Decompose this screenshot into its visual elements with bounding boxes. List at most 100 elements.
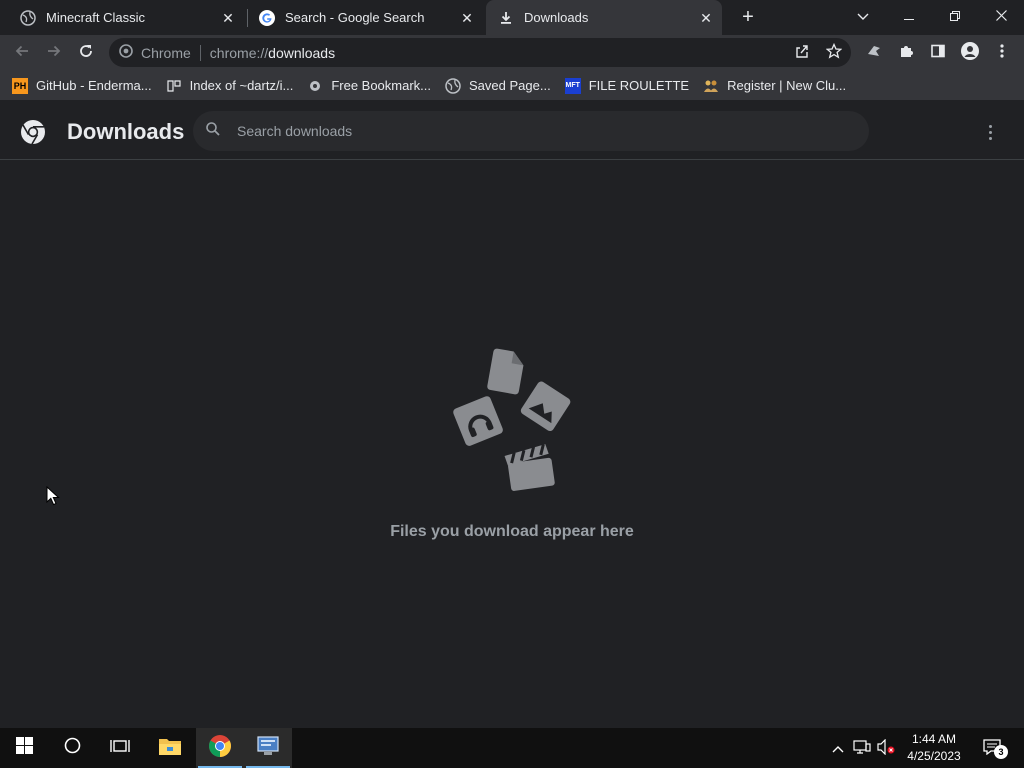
empty-state-message: Files you download appear here xyxy=(390,523,634,540)
tab-search-button[interactable] xyxy=(840,0,886,32)
mouse-cursor-icon xyxy=(46,486,60,506)
show-hidden-icons-button[interactable] xyxy=(828,728,848,768)
omnibox-site-label: Chrome xyxy=(141,44,191,61)
bookmark-item[interactable]: PH GitHub - Enderma... xyxy=(12,77,152,94)
monitor-network-icon xyxy=(256,735,280,762)
minimize-button[interactable] xyxy=(886,0,932,32)
network-icon xyxy=(853,739,871,758)
tab-downloads[interactable]: Downloads ✕ xyxy=(486,0,722,35)
close-icon xyxy=(995,8,1007,24)
reload-button[interactable] xyxy=(74,41,98,65)
globe-icon xyxy=(445,77,461,94)
avatar-icon xyxy=(961,41,979,65)
search-icon xyxy=(205,121,221,142)
task-view-button[interactable] xyxy=(96,728,144,768)
close-window-button[interactable] xyxy=(978,0,1024,32)
reload-icon xyxy=(78,43,94,64)
windows-logo-icon xyxy=(15,737,33,759)
tab-strip: Minecraft Classic ✕ Search - Google Sear… xyxy=(0,0,1024,35)
extension-bird-icon xyxy=(866,43,882,64)
tab-title: Search - Google Search xyxy=(285,10,425,25)
index-icon xyxy=(166,78,182,94)
forward-button[interactable] xyxy=(42,41,66,65)
close-tab-icon[interactable]: ✕ xyxy=(698,10,714,26)
bookmark-item[interactable]: Saved Page... xyxy=(445,77,551,94)
file-explorer-button[interactable] xyxy=(146,728,194,768)
side-panel-icon xyxy=(930,43,946,64)
puzzle-icon xyxy=(898,43,914,64)
kebab-dot xyxy=(988,130,992,134)
chrome-taskbar-button[interactable] xyxy=(196,728,244,768)
tab-minecraft-classic[interactable]: Minecraft Classic ✕ xyxy=(8,0,244,35)
kebab-menu-icon xyxy=(1000,43,1004,64)
close-tab-icon[interactable]: ✕ xyxy=(220,10,236,26)
arrow-right-icon xyxy=(46,43,62,64)
tab-title: Minecraft Classic xyxy=(46,10,145,25)
downloads-list-area: Files you download appear here xyxy=(0,160,1024,728)
volume-muted-icon xyxy=(877,738,895,758)
share-icon xyxy=(794,43,810,64)
restore-icon xyxy=(950,8,960,24)
arrow-left-icon xyxy=(14,43,30,64)
page-title: Downloads xyxy=(67,119,185,144)
bookmark-label: Saved Page... xyxy=(469,78,551,93)
audio-icon xyxy=(453,396,503,446)
bookmark-label: Free Bookmark... xyxy=(331,78,432,93)
bookmark-star-button[interactable] xyxy=(822,41,846,65)
people-icon xyxy=(703,78,719,94)
bookmark-item[interactable]: MFT FILE ROULETTE xyxy=(564,77,690,94)
omnibox-url-host: downloads xyxy=(268,44,336,61)
chrome-color-icon xyxy=(208,734,232,763)
network-tray-button[interactable] xyxy=(850,728,874,768)
downloads-header: Downloads xyxy=(0,100,1024,160)
bookmark-item[interactable]: Free Bookmark... xyxy=(307,78,431,94)
clock-time: 1:44 AM xyxy=(911,732,957,746)
document-icon xyxy=(487,348,524,395)
cortana-search-button[interactable] xyxy=(48,728,96,768)
volume-tray-button[interactable] xyxy=(876,728,896,768)
extension-button[interactable] xyxy=(862,41,886,65)
omnibox-url-scheme: chrome:// xyxy=(209,44,269,61)
image-icon xyxy=(520,381,571,432)
bookmark-item[interactable]: Index of ~dartz/i... xyxy=(166,78,294,94)
omnibox[interactable]: Chrome chrome:// downloads xyxy=(109,38,851,67)
bookmark-item[interactable]: Register | New Clu... xyxy=(703,78,846,94)
profile-button[interactable] xyxy=(958,41,982,65)
bookmark-label: FILE ROULETTE xyxy=(588,78,690,93)
more-actions-button[interactable] xyxy=(978,120,1002,144)
system-clock[interactable]: 1:44 AM 4/25/2023 xyxy=(896,731,972,765)
share-button[interactable] xyxy=(790,41,814,65)
start-button[interactable] xyxy=(0,728,48,768)
bookmark-label: Index of ~dartz/i... xyxy=(189,78,294,93)
minimize-icon xyxy=(904,8,914,24)
search-input[interactable] xyxy=(237,123,837,139)
globe-icon xyxy=(20,9,36,26)
back-button[interactable] xyxy=(10,41,34,65)
ph-logo-icon: PH xyxy=(12,77,28,94)
new-tab-button[interactable]: + xyxy=(738,7,758,27)
extensions-button[interactable] xyxy=(894,41,918,65)
gear-globe-icon xyxy=(307,78,323,94)
chrome-menu-button[interactable] xyxy=(990,41,1014,65)
chevron-down-icon xyxy=(857,8,869,24)
kebab-dot xyxy=(988,136,992,140)
chevron-up-icon xyxy=(832,741,844,756)
windows-taskbar: 1:44 AM 4/25/2023 3 xyxy=(0,728,1024,768)
clock-date: 4/25/2023 xyxy=(907,749,961,763)
restore-button[interactable] xyxy=(932,0,978,32)
google-g-icon xyxy=(259,9,275,26)
search-bar[interactable] xyxy=(193,111,869,151)
star-icon xyxy=(825,42,843,64)
empty-downloads-illustration xyxy=(453,348,571,491)
side-panel-button[interactable] xyxy=(926,41,950,65)
download-icon xyxy=(498,10,514,26)
network-app-taskbar-button[interactable] xyxy=(244,728,292,768)
close-tab-icon[interactable]: ✕ xyxy=(459,10,475,26)
video-clapper-icon xyxy=(504,444,555,491)
folder-icon xyxy=(159,737,181,760)
bookmark-label: GitHub - Enderma... xyxy=(36,78,152,93)
toolbar: Chrome chrome:// downloads xyxy=(0,35,1024,71)
tab-google-search[interactable]: Search - Google Search ✕ xyxy=(247,0,483,35)
bookmarks-bar: PH GitHub - Enderma... Index of ~dartz/i… xyxy=(0,71,1024,100)
notification-count-badge: 3 xyxy=(994,745,1008,759)
